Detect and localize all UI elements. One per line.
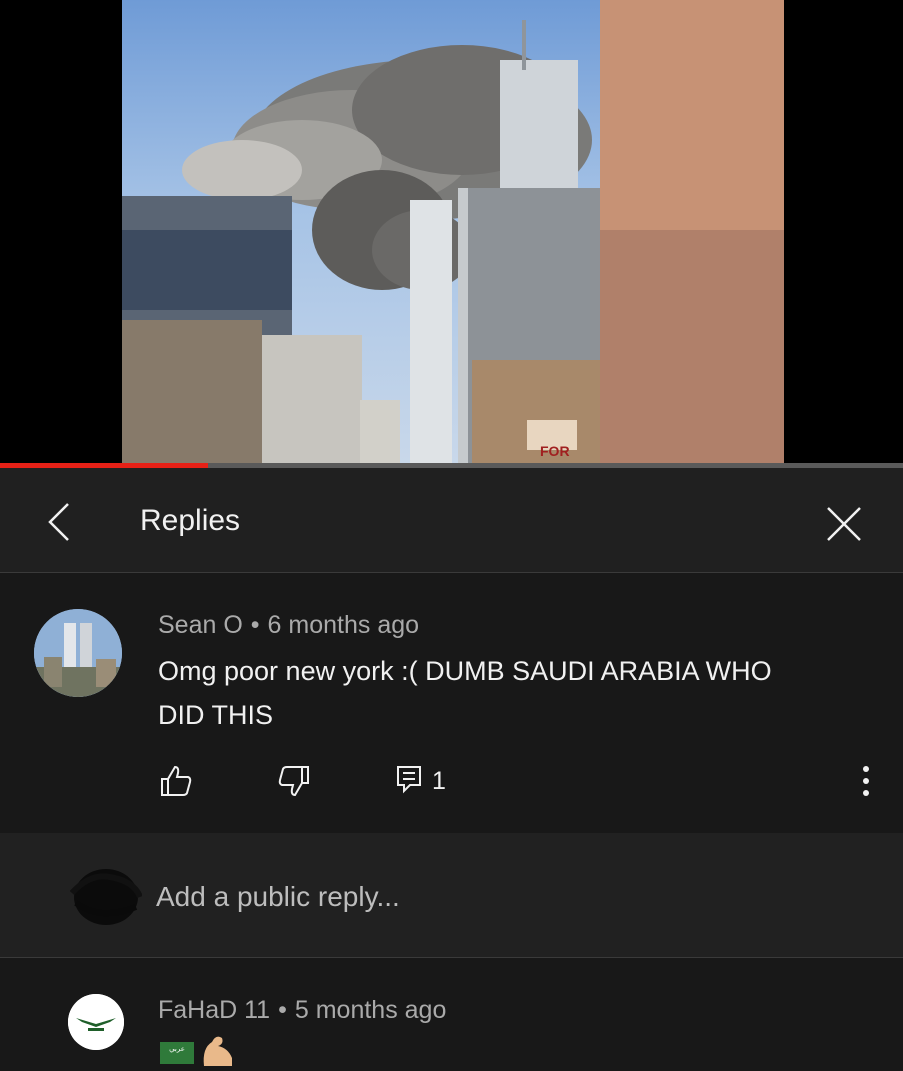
- comment-actions: 1: [0, 763, 903, 803]
- flag-text: عربي: [169, 1046, 185, 1053]
- comment-text-line-1: Omg poor new york :( DUMB SAUDI ARABIA W…: [158, 656, 772, 686]
- like-button[interactable]: [158, 763, 194, 804]
- more-vertical-icon: [863, 766, 869, 796]
- close-button[interactable]: [820, 500, 868, 548]
- comment-author[interactable]: Sean O: [158, 611, 243, 639]
- video-scene: FOR: [122, 0, 784, 466]
- reply-icon: [397, 766, 421, 794]
- commenter-avatar[interactable]: [34, 609, 122, 697]
- back-chevron-icon: [48, 503, 69, 541]
- avatar-image: [34, 609, 122, 697]
- replies-title: Replies: [140, 504, 241, 537]
- scribbled-avatar: [69, 869, 143, 925]
- replies-header: Replies: [0, 468, 903, 573]
- flexed-arm-shape: [203, 1036, 232, 1066]
- video-frame: FOR: [122, 0, 784, 466]
- reply-time: 5 months ago: [294, 996, 447, 1024]
- sign-text: FOR: [540, 443, 570, 459]
- reply-comment: FaHaD 11 • 5 months ago عربي: [0, 958, 903, 1068]
- comment-text-line-2: DID THIS: [158, 700, 274, 730]
- like-icon: [161, 765, 192, 796]
- flag-icon: عربي: [160, 1042, 194, 1064]
- parent-comment: Sean O • 6 months ago Omg poor new york :(…: [0, 573, 903, 833]
- reply-meta: FaHaD 11 • 5 months ago: [158, 996, 446, 1025]
- comment-body: Omg poor new york :( DUMB SAUDI ARABIA W…: [158, 649, 858, 737]
- video-player[interactable]: FOR: [0, 0, 903, 468]
- meta-separator: •: [250, 611, 260, 639]
- reply-count: 1: [432, 767, 446, 795]
- reply-author[interactable]: FaHaD 11: [158, 996, 270, 1024]
- reply-input[interactable]: [156, 877, 856, 917]
- close-icon: [827, 507, 861, 541]
- reply-button[interactable]: [396, 763, 424, 800]
- dislike-icon: [278, 766, 309, 797]
- reply-meta-separator: •: [278, 996, 287, 1024]
- back-button[interactable]: [38, 500, 82, 544]
- reply-author-avatar[interactable]: [68, 994, 124, 1050]
- comment-meta: Sean O • 6 months ago: [158, 611, 419, 640]
- dislike-button[interactable]: [276, 763, 312, 804]
- add-reply-bar: [0, 833, 903, 958]
- self-avatar: [69, 863, 143, 929]
- comment-time: 6 months ago: [267, 611, 420, 639]
- flexed-arm-icon: [198, 1032, 238, 1066]
- more-options-button[interactable]: [856, 763, 876, 804]
- winged-logo-icon: [68, 994, 124, 1050]
